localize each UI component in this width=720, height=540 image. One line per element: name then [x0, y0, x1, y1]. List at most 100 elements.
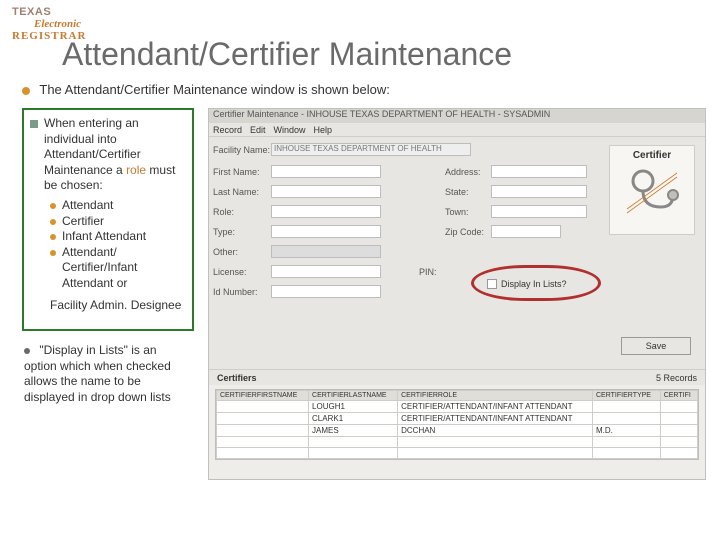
- label-zip: Zip Code:: [445, 227, 484, 237]
- record-count: 5 Records: [656, 373, 697, 383]
- logo-line-2: Electronic: [34, 18, 86, 30]
- left-column: When entering an individual into Attenda…: [22, 108, 194, 406]
- cell: [217, 448, 309, 459]
- state-field[interactable]: [491, 185, 587, 198]
- table-row[interactable]: LOUGH1CERTIFIER/ATTENDANT/INFANT ATTENDA…: [217, 401, 698, 413]
- label-other: Other:: [213, 247, 238, 257]
- stethoscope-icon: [623, 165, 681, 215]
- cell: DCCHAN: [398, 425, 593, 437]
- table-row[interactable]: CLARK1CERTIFIER/ATTENDANT/INFANT ATTENDA…: [217, 413, 698, 425]
- cell: [217, 437, 309, 448]
- label-role: Role:: [213, 207, 234, 217]
- role-tail: Facility Admin. Designee: [50, 298, 186, 314]
- col-header[interactable]: CERTIFIERLASTNAME: [309, 391, 398, 401]
- first-name-field[interactable]: [271, 165, 381, 178]
- grid-title: Certifiers: [217, 373, 257, 383]
- logo-line-1: TEXAS: [12, 6, 86, 18]
- col-header[interactable]: CERTIFI: [660, 391, 697, 401]
- other-field[interactable]: [271, 245, 381, 258]
- label-last-name: Last Name:: [213, 187, 259, 197]
- page-subtitle: The Attendant/Certifier Maintenance wind…: [22, 82, 390, 97]
- role-bullet: Certifier: [50, 214, 186, 230]
- cell: LOUGH1: [309, 401, 398, 413]
- id-panel: Certifier: [609, 145, 695, 235]
- role-instructions: When entering an individual into Attenda…: [30, 116, 186, 313]
- grid-header-bar: Certifiers 5 Records: [209, 369, 705, 385]
- label-pin: PIN:: [419, 267, 437, 277]
- role-instructions-box: When entering an individual into Attenda…: [22, 108, 194, 331]
- menu-record[interactable]: Record: [213, 125, 242, 135]
- cell: CLARK1: [309, 413, 398, 425]
- display-in-lists-label: Display In Lists?: [501, 279, 567, 289]
- label-address: Address:: [445, 167, 481, 177]
- table-row[interactable]: [217, 437, 698, 448]
- bullet-icon: [22, 87, 30, 95]
- label-first-name: First Name:: [213, 167, 260, 177]
- cell: [309, 437, 398, 448]
- menu-edit[interactable]: Edit: [250, 125, 266, 135]
- app-window: Certifier Maintenance - INHOUSE TEXAS DE…: [208, 108, 706, 480]
- bullet-icon: [24, 348, 30, 354]
- cell: JAMES: [309, 425, 398, 437]
- label-type: Type:: [213, 227, 235, 237]
- cell: [593, 401, 661, 413]
- cell: [660, 413, 697, 425]
- role-field[interactable]: [271, 205, 381, 218]
- cell: [660, 401, 697, 413]
- col-header[interactable]: CERTIFIERFIRSTNAME: [217, 391, 309, 401]
- role-bullet: Infant Attendant: [50, 229, 186, 245]
- address-field[interactable]: [491, 165, 587, 178]
- menu-bar: Record Edit Window Help: [209, 123, 705, 137]
- role-bullets: AttendantCertifierInfant AttendantAttend…: [50, 198, 186, 292]
- title-bar: Certifier Maintenance - INHOUSE TEXAS DE…: [209, 109, 705, 123]
- cell: [660, 425, 697, 437]
- role-bullet: Attendant/ Certifier/Infant Attendant or: [50, 245, 186, 292]
- menu-help[interactable]: Help: [314, 125, 333, 135]
- cell: CERTIFIER/ATTENDANT/INFANT ATTENDANT: [398, 401, 593, 413]
- cell: [593, 448, 661, 459]
- display-in-lists-checkbox[interactable]: Display In Lists?: [487, 277, 583, 291]
- last-name-field[interactable]: [271, 185, 381, 198]
- zip-field[interactable]: [491, 225, 561, 238]
- label-license: License:: [213, 267, 247, 277]
- town-field[interactable]: [491, 205, 587, 218]
- subtitle-text: The Attendant/Certifier Maintenance wind…: [39, 82, 389, 97]
- type-field[interactable]: [271, 225, 381, 238]
- form-area: Facility Name: INHOUSE TEXAS DEPARTMENT …: [209, 137, 705, 369]
- display-note-text: "Display in Lists" is an option which wh…: [24, 343, 171, 404]
- cell: [593, 437, 661, 448]
- col-header[interactable]: CERTIFIERROLE: [398, 391, 593, 401]
- cell: [398, 437, 593, 448]
- page-title: Attendant/Certifier Maintenance: [62, 36, 512, 73]
- display-note: "Display in Lists" is an option which wh…: [22, 343, 194, 405]
- cell: [660, 448, 697, 459]
- save-button[interactable]: Save: [621, 337, 691, 355]
- license-field[interactable]: [271, 265, 381, 278]
- cell: [217, 425, 309, 437]
- label-facility: Facility Name:: [213, 145, 270, 155]
- cell: M.D.: [593, 425, 661, 437]
- cell: [593, 413, 661, 425]
- label-id-number: Id Number:: [213, 287, 258, 297]
- menu-window[interactable]: Window: [274, 125, 306, 135]
- cell: [398, 448, 593, 459]
- cell: [660, 437, 697, 448]
- cell: CERTIFIER/ATTENDANT/INFANT ATTENDANT: [398, 413, 593, 425]
- cell: [217, 401, 309, 413]
- certifiers-table[interactable]: CERTIFIERFIRSTNAMECERTIFIERLASTNAMECERTI…: [215, 389, 699, 460]
- window-title: Certifier Maintenance - INHOUSE TEXAS DE…: [209, 107, 554, 121]
- grid-area: CERTIFIERFIRSTNAMECERTIFIERLASTNAMECERTI…: [209, 385, 705, 479]
- facility-field[interactable]: INHOUSE TEXAS DEPARTMENT OF HEALTH: [271, 143, 471, 156]
- col-header[interactable]: CERTIFIERTYPE: [593, 391, 661, 401]
- label-town: Town:: [445, 207, 469, 217]
- id-panel-heading: Certifier: [610, 150, 694, 161]
- cell: [309, 448, 398, 459]
- id-number-field[interactable]: [271, 285, 381, 298]
- checkbox-icon: [487, 279, 497, 289]
- table-row[interactable]: [217, 448, 698, 459]
- label-state: State:: [445, 187, 469, 197]
- role-bullet: Attendant: [50, 198, 186, 214]
- table-row[interactable]: JAMESDCCHANM.D.: [217, 425, 698, 437]
- cell: [217, 413, 309, 425]
- role-word: role: [126, 163, 146, 177]
